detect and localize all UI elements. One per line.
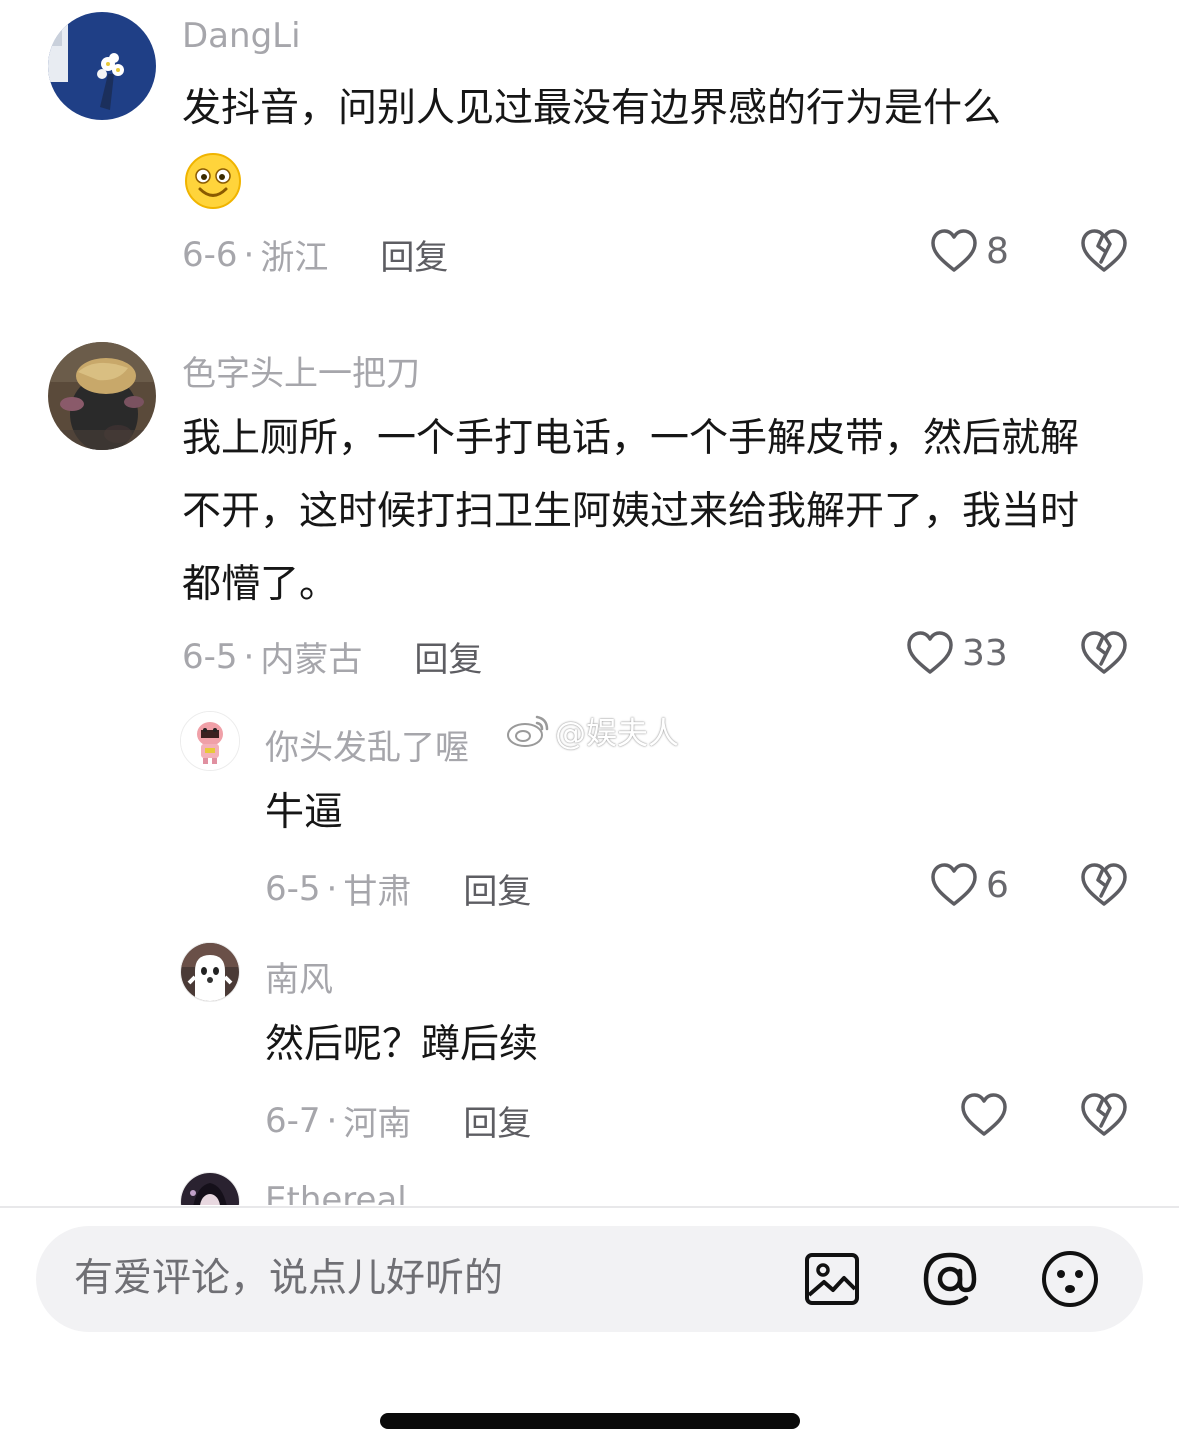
comment-input-bar[interactable]: 有爱评论，说点儿好听的 bbox=[36, 1226, 1143, 1332]
heart-icon bbox=[931, 229, 977, 272]
avatar[interactable] bbox=[180, 1172, 240, 1205]
image-icon bbox=[805, 1253, 859, 1305]
image-button[interactable] bbox=[802, 1249, 862, 1309]
comment-location: 内蒙古 bbox=[260, 640, 363, 680]
dislike-button[interactable] bbox=[1080, 630, 1128, 680]
comment-meta: 6-6 · 浙江 回复 bbox=[182, 230, 448, 279]
like-count: 6 bbox=[986, 864, 1009, 906]
like-button[interactable]: 8 bbox=[930, 228, 1009, 274]
reply-location: 甘肃 bbox=[343, 872, 412, 912]
reply-button[interactable]: 回复 bbox=[414, 632, 482, 681]
comment-list[interactable]: DangLi 发抖音，问别人见过最没有边界感的行为是什么 6-6 · 浙江 回复 bbox=[0, 0, 1179, 1205]
like-count: 8 bbox=[986, 230, 1009, 272]
comment-meta: 6-5 · 内蒙古 回复 bbox=[182, 632, 482, 681]
comment-date: 6-5 bbox=[182, 636, 238, 677]
reply-item: 南风 然后呢？蹲后续 6-7 · 河南 回复 bbox=[0, 932, 1179, 1162]
divider bbox=[0, 1206, 1179, 1208]
watermark: @娱夫人 bbox=[505, 708, 679, 753]
dislike-button[interactable] bbox=[1080, 1092, 1128, 1142]
heart-icon bbox=[907, 631, 953, 674]
broken-heart-icon bbox=[1081, 863, 1127, 906]
avatar[interactable] bbox=[180, 942, 240, 1002]
comment-page: DangLi 发抖音，问别人见过最没有边界感的行为是什么 6-6 · 浙江 回复 bbox=[0, 0, 1179, 1453]
broken-heart-icon bbox=[1081, 1093, 1127, 1136]
weibo-icon bbox=[507, 715, 549, 747]
avatar[interactable] bbox=[48, 12, 156, 120]
dislike-button[interactable] bbox=[1080, 228, 1128, 278]
like-button[interactable]: 33 bbox=[906, 630, 1008, 676]
username[interactable]: 南风 bbox=[265, 952, 333, 1001]
comment-item: DangLi 发抖音，问别人见过最没有边界感的行为是什么 6-6 · 浙江 回复 bbox=[0, 0, 1179, 300]
dislike-button[interactable] bbox=[1080, 862, 1128, 912]
emoji-button[interactable] bbox=[1040, 1249, 1100, 1309]
reply-location: 河南 bbox=[343, 1104, 412, 1144]
meta-separator: · bbox=[326, 868, 338, 909]
comment-item: 色字头上一把刀 我上厕所，一个手打电话，一个手解皮带，然后就解不开，这时候打扫卫… bbox=[0, 330, 1179, 690]
comment-text: 发抖音，问别人见过最没有边界感的行为是什么 bbox=[182, 86, 1002, 131]
reply-text: 然后呢？蹲后续 bbox=[265, 1022, 539, 1067]
mention-button[interactable] bbox=[920, 1249, 980, 1309]
username[interactable]: 色字头上一把刀 bbox=[182, 346, 420, 395]
reply-item: Ethereal bbox=[0, 1164, 1179, 1205]
at-icon bbox=[923, 1252, 977, 1306]
username[interactable]: 你头发乱了喔 bbox=[265, 720, 469, 769]
heart-icon bbox=[961, 1093, 1007, 1136]
emoji-icon bbox=[1042, 1251, 1098, 1307]
comment-date: 6-6 bbox=[182, 234, 238, 275]
comment-input[interactable]: 有爱评论，说点儿好听的 bbox=[74, 1226, 503, 1332]
comment-text: 我上厕所，一个手打电话，一个手解皮带，然后就解不开，这时候打扫卫生阿姨过来给我解… bbox=[182, 416, 1080, 607]
username[interactable]: DangLi bbox=[182, 16, 301, 56]
heart-icon bbox=[931, 863, 977, 906]
home-indicator[interactable] bbox=[380, 1413, 800, 1429]
reply-meta: 6-5 · 甘肃 回复 bbox=[265, 864, 531, 913]
like-button[interactable]: 6 bbox=[930, 862, 1009, 908]
like-button[interactable] bbox=[960, 1092, 1008, 1138]
reply-button[interactable]: 回复 bbox=[380, 230, 448, 279]
like-count: 33 bbox=[962, 632, 1008, 674]
reply-button[interactable]: 回复 bbox=[463, 1096, 531, 1145]
reply-text: 牛逼 bbox=[265, 790, 344, 835]
comment-location: 浙江 bbox=[260, 238, 329, 278]
reply-date: 6-7 bbox=[265, 1100, 321, 1141]
smiley-emoji bbox=[184, 152, 242, 210]
broken-heart-icon bbox=[1081, 631, 1127, 674]
meta-separator: · bbox=[243, 234, 255, 275]
reply-date: 6-5 bbox=[265, 868, 321, 909]
reply-meta: 6-7 · 河南 回复 bbox=[265, 1096, 531, 1145]
avatar[interactable] bbox=[48, 342, 156, 450]
reply-button[interactable]: 回复 bbox=[463, 864, 531, 913]
meta-separator: · bbox=[326, 1100, 338, 1141]
avatar[interactable] bbox=[180, 711, 240, 771]
watermark-text: @娱夫人 bbox=[555, 716, 679, 752]
meta-separator: · bbox=[243, 636, 255, 677]
broken-heart-icon bbox=[1081, 229, 1127, 272]
username[interactable]: Ethereal bbox=[265, 1180, 407, 1205]
